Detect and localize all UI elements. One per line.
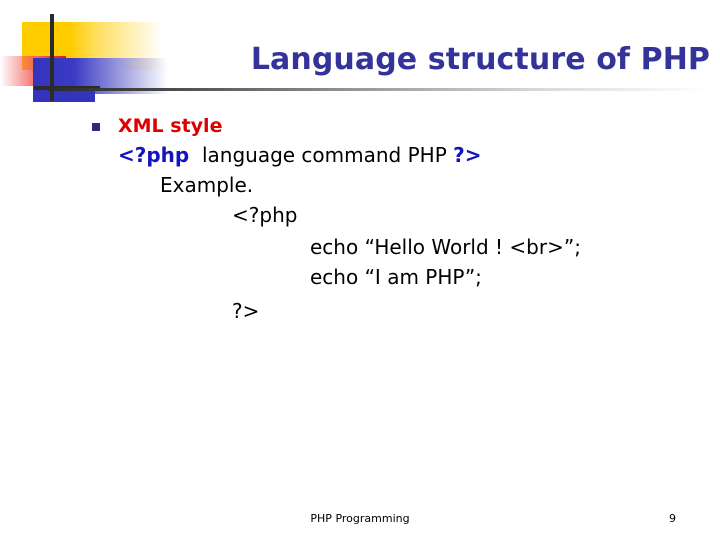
slide: Language structure of PHP XML style <?ph…	[0, 0, 720, 540]
bullet-item-xml-style: XML style	[0, 112, 720, 140]
title-divider-rule	[48, 88, 710, 91]
slide-body: XML style <?php language command PHP ?> …	[0, 112, 720, 326]
footer-page-number: 9	[669, 512, 676, 525]
example-code-line-echo-2: echo “I am PHP”;	[310, 265, 482, 289]
php-syntax-middle: language command PHP	[201, 143, 447, 167]
square-bullet-icon	[92, 123, 100, 131]
syntax-spacer	[189, 143, 202, 167]
example-code-line-open: <?php	[232, 203, 298, 227]
php-close-tag: ?>	[453, 143, 482, 167]
slide-title: Language structure of PHP	[250, 42, 710, 77]
bullet-label: XML style	[118, 115, 223, 137]
example-code-line-echo-1: echo “Hello World ! <br>”;	[310, 235, 581, 259]
example-code-line-close: ?>	[232, 299, 260, 323]
php-syntax-line: <?php language command PHP ?>	[0, 140, 720, 170]
footer-text: PHP Programming	[310, 512, 410, 525]
example-label: Example.	[160, 173, 254, 197]
php-open-tag: <?php	[118, 143, 190, 167]
